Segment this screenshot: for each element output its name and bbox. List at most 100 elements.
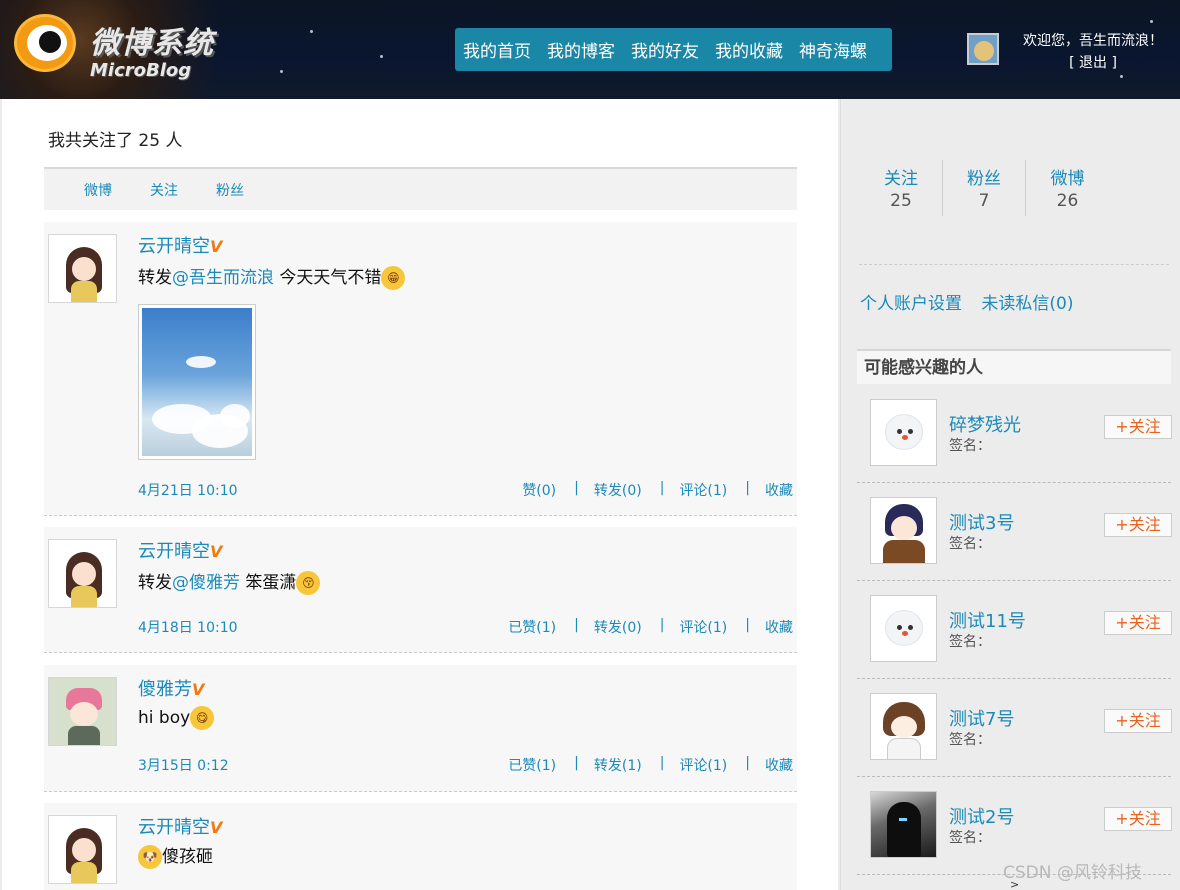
- logout-link[interactable]: [ 退出 ]: [1008, 52, 1178, 74]
- author-avatar[interactable]: [48, 677, 117, 746]
- logo-subtitle: MicroBlog: [90, 60, 192, 81]
- author-avatar[interactable]: [48, 815, 117, 884]
- more-arrow-icon[interactable]: >: [1010, 878, 1019, 890]
- post-card: 傻雅芳V hi boy 😋 3月15日 0:12 已赞(1) | 转发(1) | …: [44, 665, 797, 792]
- stat-followers[interactable]: 粉丝 7: [943, 160, 1026, 216]
- separator: |: [574, 617, 579, 633]
- suggested-person: 碎梦残光 签名： +关注: [857, 385, 1172, 483]
- mention-link[interactable]: @傻雅芳: [172, 573, 240, 593]
- author-name[interactable]: 傻雅芳V: [138, 675, 204, 701]
- account-settings-link[interactable]: 个人账户设置: [860, 294, 962, 314]
- suggested-person: 测试7号 签名： +关注: [857, 679, 1172, 777]
- follow-button[interactable]: +关注: [1104, 709, 1172, 733]
- stat-weibo[interactable]: 微博 26: [1026, 160, 1109, 216]
- mention-link[interactable]: @吾生而流浪: [172, 268, 274, 288]
- follow-button[interactable]: +关注: [1104, 415, 1172, 439]
- post-content: 转发@傻雅芳 笨蛋潇 😚: [138, 568, 321, 595]
- collect-button[interactable]: 收藏: [765, 617, 793, 637]
- comment-button[interactable]: 评论(1): [679, 617, 727, 637]
- follow-button[interactable]: +关注: [1104, 807, 1172, 831]
- laugh-emoji-icon: 😁: [381, 266, 406, 290]
- suggested-person: 测试3号 签名： +关注: [857, 483, 1172, 581]
- nav-home[interactable]: 我的首页: [463, 37, 531, 62]
- post-content: hi boy 😋: [138, 706, 215, 730]
- nav-collections[interactable]: 我的收藏: [715, 37, 783, 62]
- separator: |: [659, 480, 665, 496]
- post-time[interactable]: 4月21日 10:10: [138, 480, 238, 500]
- post-time[interactable]: 4月18日 10:10: [138, 617, 238, 637]
- post-actions: 已赞(1) | 转发(1) | 评论(1) | 收藏: [508, 755, 793, 775]
- repost-button[interactable]: 转发(0): [594, 480, 642, 500]
- comment-button[interactable]: 评论(1): [679, 480, 727, 500]
- person-signature: 签名：: [949, 438, 991, 454]
- suggest-title: 可能感兴趣的人: [857, 349, 1171, 384]
- author-name[interactable]: 云开晴空V: [138, 537, 222, 563]
- follow-count: 我共关注了 25 人: [48, 131, 183, 151]
- tab-following[interactable]: 关注: [150, 180, 178, 200]
- separator: |: [574, 480, 579, 496]
- separator: |: [659, 617, 665, 633]
- dog-emoji-icon: 🐶: [138, 845, 162, 869]
- person-avatar[interactable]: [870, 693, 937, 760]
- author-avatar[interactable]: [48, 234, 117, 303]
- person-name[interactable]: 测试3号: [949, 509, 1014, 535]
- logo-eye-icon[interactable]: [14, 14, 76, 72]
- vip-badge-icon: V: [210, 237, 223, 256]
- stat-following[interactable]: 关注 25: [860, 160, 943, 216]
- account-links: 个人账户设置 未读私信(0): [860, 289, 1088, 314]
- person-avatar[interactable]: [870, 399, 937, 466]
- tab-weibo[interactable]: 微博: [84, 180, 112, 200]
- vip-badge-icon: V: [210, 818, 223, 837]
- kiss-emoji-icon: 😚: [296, 571, 321, 595]
- welcome-text: 欢迎您，吾生而流浪！: [1023, 33, 1163, 49]
- separator: |: [745, 480, 750, 496]
- like-button[interactable]: 已赞(1): [508, 617, 556, 637]
- like-button[interactable]: 已赞(1): [508, 755, 556, 775]
- yum-emoji-icon: 😋: [190, 706, 215, 730]
- post-actions: 赞(0) | 转发(0) | 评论(1) | 收藏: [522, 480, 793, 500]
- vip-badge-icon: V: [210, 542, 223, 561]
- welcome-box: 欢迎您，吾生而流浪！ [ 退出 ]: [1008, 30, 1178, 74]
- watermark: CSDN @风铃科技: [1003, 863, 1142, 883]
- person-signature: 签名：: [949, 830, 991, 846]
- post-image[interactable]: [138, 304, 256, 460]
- person-name[interactable]: 测试11号: [949, 607, 1026, 633]
- person-name[interactable]: 碎梦残光: [949, 411, 1021, 437]
- unread-messages-link[interactable]: 未读私信(0): [981, 294, 1073, 314]
- separator: |: [659, 755, 665, 771]
- post-time[interactable]: 3月15日 0:12: [138, 755, 229, 775]
- header: 微博系统 MicroBlog 我的首页 我的博客 我的好友 我的收藏 神奇海螺 …: [0, 0, 1180, 99]
- person-signature: 签名：: [949, 634, 991, 650]
- person-avatar[interactable]: [870, 497, 937, 564]
- post-card: 云开晴空V 🐶 傻孩砸: [44, 803, 797, 890]
- nav-magic-conch[interactable]: 神奇海螺: [799, 37, 867, 62]
- separator: |: [574, 755, 579, 771]
- nav-blog[interactable]: 我的博客: [547, 37, 615, 62]
- author-name[interactable]: 云开晴空V: [138, 232, 222, 258]
- user-avatar[interactable]: [967, 33, 999, 65]
- nav-friends[interactable]: 我的好友: [631, 37, 699, 62]
- author-name[interactable]: 云开晴空V: [138, 813, 222, 839]
- like-button[interactable]: 赞(0): [522, 480, 556, 500]
- person-name[interactable]: 测试2号: [949, 803, 1014, 829]
- follow-button[interactable]: +关注: [1104, 513, 1172, 537]
- user-stats: 关注 25 粉丝 7 微博 26: [860, 160, 1109, 216]
- author-avatar[interactable]: [48, 539, 117, 608]
- repost-button[interactable]: 转发(1): [594, 755, 642, 775]
- separator: |: [745, 755, 750, 771]
- post-content: 🐶 傻孩砸: [138, 842, 213, 869]
- person-avatar[interactable]: [870, 791, 937, 858]
- follow-button[interactable]: +关注: [1104, 611, 1172, 635]
- person-name[interactable]: 测试7号: [949, 705, 1014, 731]
- logo[interactable]: 微博系统 MicroBlog: [90, 18, 214, 81]
- tab-followers[interactable]: 粉丝: [216, 180, 244, 200]
- repost-button[interactable]: 转发(0): [594, 617, 642, 637]
- person-signature: 签名：: [949, 732, 991, 748]
- comment-button[interactable]: 评论(1): [679, 755, 727, 775]
- person-avatar[interactable]: [870, 595, 937, 662]
- logo-title: 微博系统: [90, 26, 214, 61]
- collect-button[interactable]: 收藏: [765, 755, 793, 775]
- collect-button[interactable]: 收藏: [765, 480, 793, 500]
- tab-bar: 微博 关注 粉丝: [44, 167, 797, 210]
- post-card: 云开晴空V 转发@吾生而流浪 今天天气不错 😁 4月21日 10:10 赞(0) …: [44, 222, 797, 516]
